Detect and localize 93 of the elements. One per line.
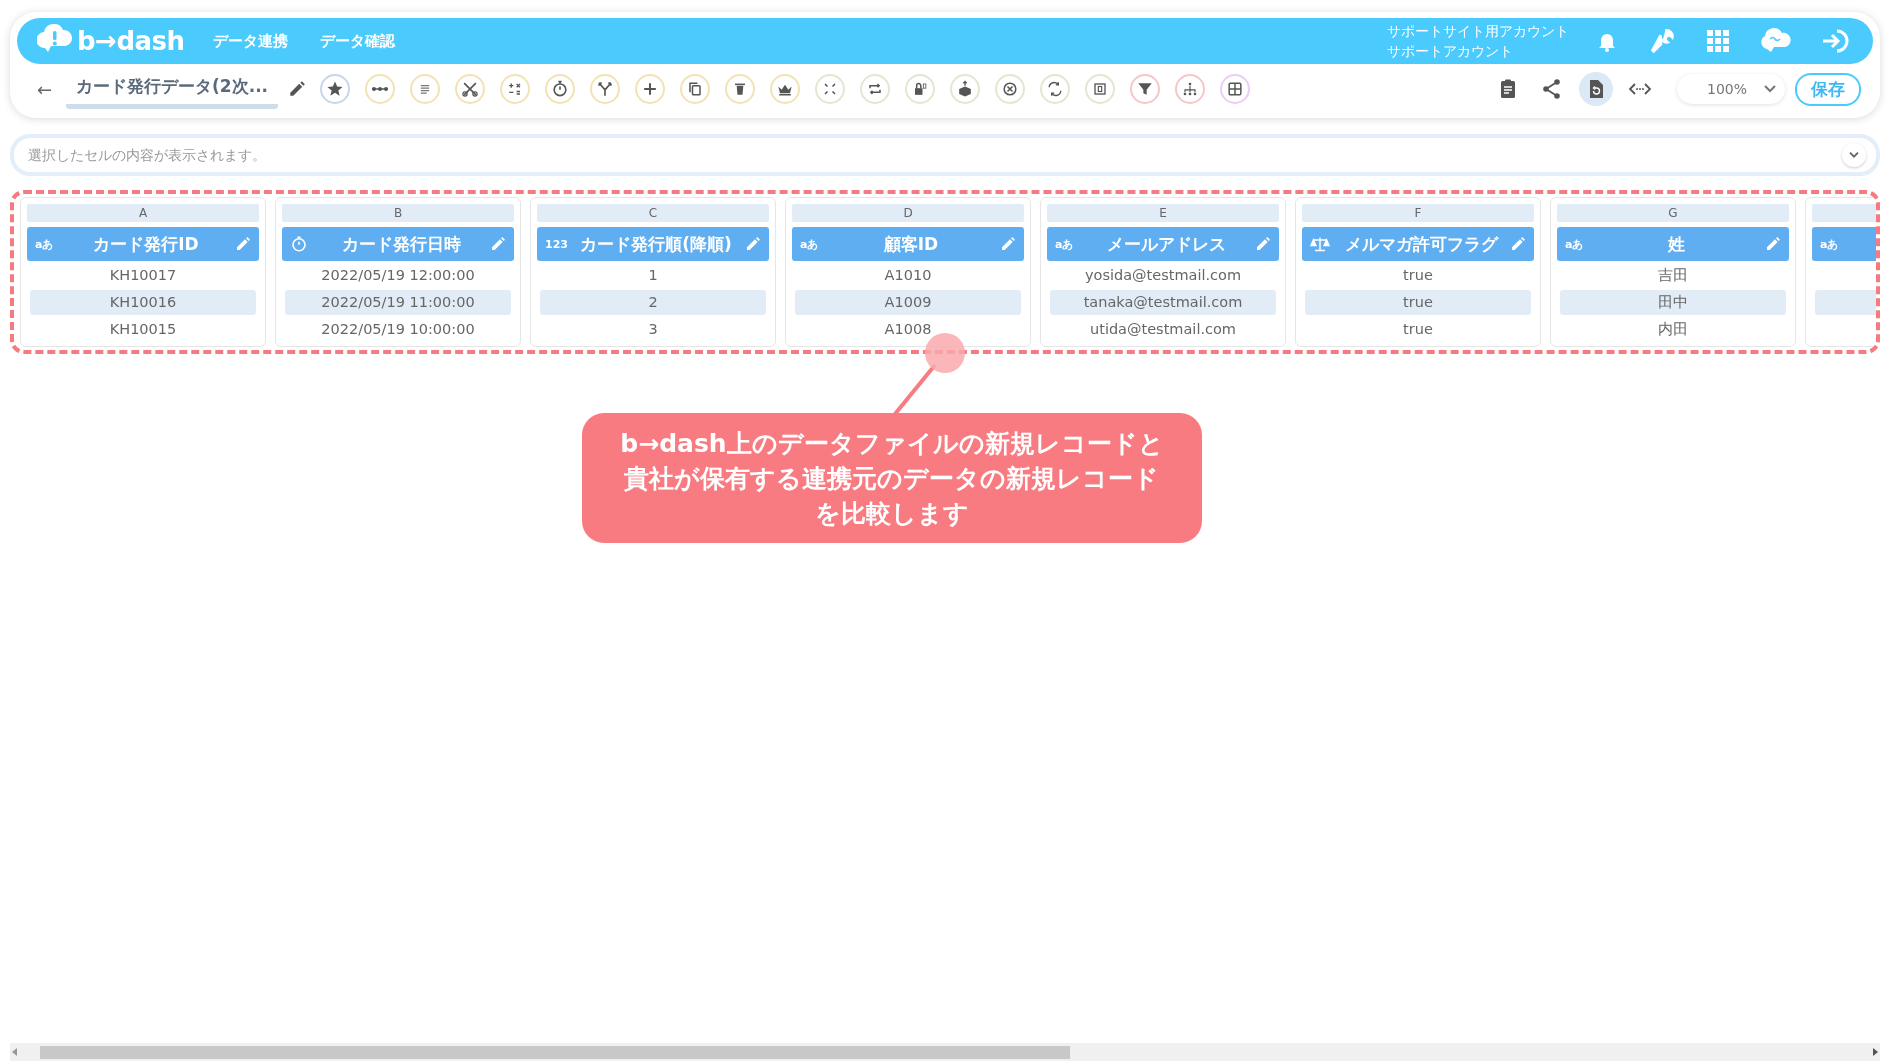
type-label: aあ xyxy=(1565,236,1585,252)
toolbar-button[interactable] xyxy=(680,74,711,104)
table-cell-text: A1008 xyxy=(883,320,933,339)
scroll-thumb[interactable] xyxy=(40,1045,1070,1059)
toolbar-button[interactable] xyxy=(1040,74,1071,104)
nav-link[interactable]: データ確認 xyxy=(319,31,395,51)
horizontal-scrollbar[interactable] xyxy=(10,1043,1880,1061)
toolbar-button[interactable] xyxy=(455,74,486,104)
column-letter[interactable]: D xyxy=(792,204,1024,222)
toolbar-button[interactable] xyxy=(545,74,576,104)
table-cell-text: true xyxy=(1402,266,1434,285)
column-header[interactable]: aあ xyxy=(1812,227,1876,261)
zoom-select[interactable]: 100% xyxy=(1677,74,1785,104)
column-name: カード発行日時 xyxy=(340,232,462,256)
column-letter[interactable]: C xyxy=(537,204,769,222)
back-button[interactable]: ← xyxy=(37,78,53,100)
type-label: aあ xyxy=(35,236,55,252)
toolbar-button[interactable] xyxy=(770,74,801,104)
column-letter[interactable]: A xyxy=(27,204,259,222)
column-name: カード発行ID xyxy=(92,232,200,256)
chevron-down-icon xyxy=(1763,84,1777,94)
type-label: aあ xyxy=(1820,236,1840,252)
toolbar-button[interactable] xyxy=(905,74,936,104)
pencil-icon[interactable] xyxy=(288,80,307,98)
toolbar-button[interactable] xyxy=(1085,74,1116,104)
toolbar-button[interactable] xyxy=(860,74,891,104)
chevron-down-icon xyxy=(1848,151,1860,159)
cell-content-field[interactable]: 選択したセルの内容が表示されます。 xyxy=(26,146,1842,164)
column-letter[interactable]: F xyxy=(1302,204,1534,222)
column-header[interactable]: aあ 顧客ID xyxy=(792,227,1024,261)
dots-line-icon xyxy=(370,86,391,92)
toolbar-button[interactable] xyxy=(500,74,531,104)
callout-text: を比較します xyxy=(814,497,970,530)
account-name: サポートサイト用アカウント xyxy=(1387,22,1569,41)
table-cell-text: 1 xyxy=(647,266,659,285)
file-title[interactable]: カード発行データ(2次... xyxy=(66,75,279,109)
column-header[interactable]: 123 カード発行順(降順) xyxy=(537,227,769,261)
table-cell-text: 2022/05/19 10:00:00 xyxy=(320,320,476,339)
toolbar-button[interactable] xyxy=(635,74,666,104)
table-cell-text: 2022/05/19 12:00:00 xyxy=(320,266,476,285)
table-cell-text: utida@testmail.com xyxy=(1089,320,1237,339)
scale-icon xyxy=(1310,235,1330,253)
table-cell-text: 内田 xyxy=(1657,320,1689,339)
column-name: メルマガ許可フラグ xyxy=(1343,232,1500,256)
toolbar-button[interactable] xyxy=(950,74,981,104)
toolbar-button[interactable] xyxy=(320,74,351,104)
stopwatch-icon xyxy=(290,235,308,253)
toolbar-button[interactable] xyxy=(1130,74,1161,104)
column-letter[interactable]: G xyxy=(1557,204,1789,222)
toolbar-button[interactable] xyxy=(1220,74,1251,104)
column-header[interactable]: aあ 姓 xyxy=(1557,227,1789,261)
nav-link[interactable]: データ連携 xyxy=(212,31,288,51)
expand-button[interactable] xyxy=(1842,143,1866,167)
table-cell: 2022/05/19 11:00:00 xyxy=(285,290,511,315)
table-cell: 田中 xyxy=(1560,290,1786,315)
type-label: aあ xyxy=(1055,236,1075,252)
column-letter[interactable]: E xyxy=(1047,204,1279,222)
table-cell-text: KH10015 xyxy=(108,320,178,339)
table-cell-text: 吉田 xyxy=(1657,266,1689,285)
toolbar-button[interactable] xyxy=(365,74,396,104)
column-header[interactable]: カード発行日時 xyxy=(282,227,514,261)
callout-text: b→dash上のデータファイルの新規レコードと xyxy=(620,427,1164,460)
callout-text: 貴社が保有する連携元のデータの新規レコード xyxy=(623,462,1161,495)
table-cell: A1009 xyxy=(795,290,1021,315)
scroll-right-icon[interactable] xyxy=(1872,1048,1878,1056)
column-name: カード発行順(降順) xyxy=(579,232,733,256)
table-cell-text: A1010 xyxy=(883,266,933,285)
column-header[interactable]: メルマガ許可フラグ xyxy=(1302,227,1534,261)
toolbar-button[interactable] xyxy=(1175,74,1206,104)
type-label: aあ xyxy=(800,236,820,252)
save-button[interactable]: 保存 xyxy=(1795,72,1861,106)
toolbar-button[interactable] xyxy=(995,74,1026,104)
table-cell: KH10016 xyxy=(30,290,256,315)
type-label: 123 xyxy=(545,237,567,251)
column-header[interactable]: aあ カード発行ID xyxy=(27,227,259,261)
table-cell: tanaka@testmail.com xyxy=(1050,290,1276,315)
column-name: 姓 xyxy=(1666,232,1686,256)
table-cell-text: 3 xyxy=(647,320,659,339)
logo-text: b→dash xyxy=(77,26,185,56)
column-name: メールアドレス xyxy=(1105,232,1227,256)
toolbar-button[interactable] xyxy=(725,74,756,104)
account-name: サポートアカウント xyxy=(1387,42,1514,61)
column-header[interactable]: aあ メールアドレス xyxy=(1047,227,1279,261)
table-cell-text: KH10017 xyxy=(108,266,178,285)
column-name: 顧客ID xyxy=(882,232,940,256)
column-letter[interactable]: B xyxy=(282,204,514,222)
table-cell: 2 xyxy=(540,290,766,315)
table-cell-text: yosida@testmail.com xyxy=(1083,266,1243,285)
toolbar-button[interactable] xyxy=(1579,72,1613,106)
toolbar-button[interactable] xyxy=(590,74,621,104)
table-cell-text: true xyxy=(1402,320,1434,339)
formula-bar[interactable]: 選択したセルの内容が表示されます。 xyxy=(10,134,1880,176)
table-cell: true xyxy=(1305,290,1531,315)
